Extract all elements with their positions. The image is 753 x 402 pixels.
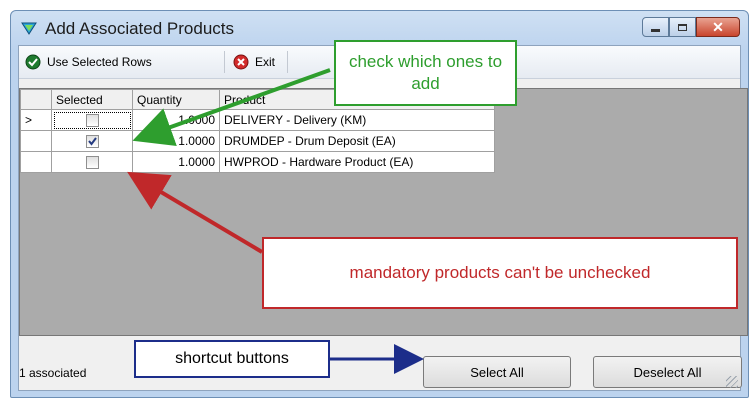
callout-shortcut: shortcut buttons bbox=[134, 340, 330, 378]
callout-mandatory: mandatory products can't be unchecked bbox=[262, 237, 738, 309]
red-arrow bbox=[127, 171, 264, 254]
green-arrow bbox=[132, 68, 331, 147]
callout-check: check which ones to add bbox=[334, 40, 517, 106]
